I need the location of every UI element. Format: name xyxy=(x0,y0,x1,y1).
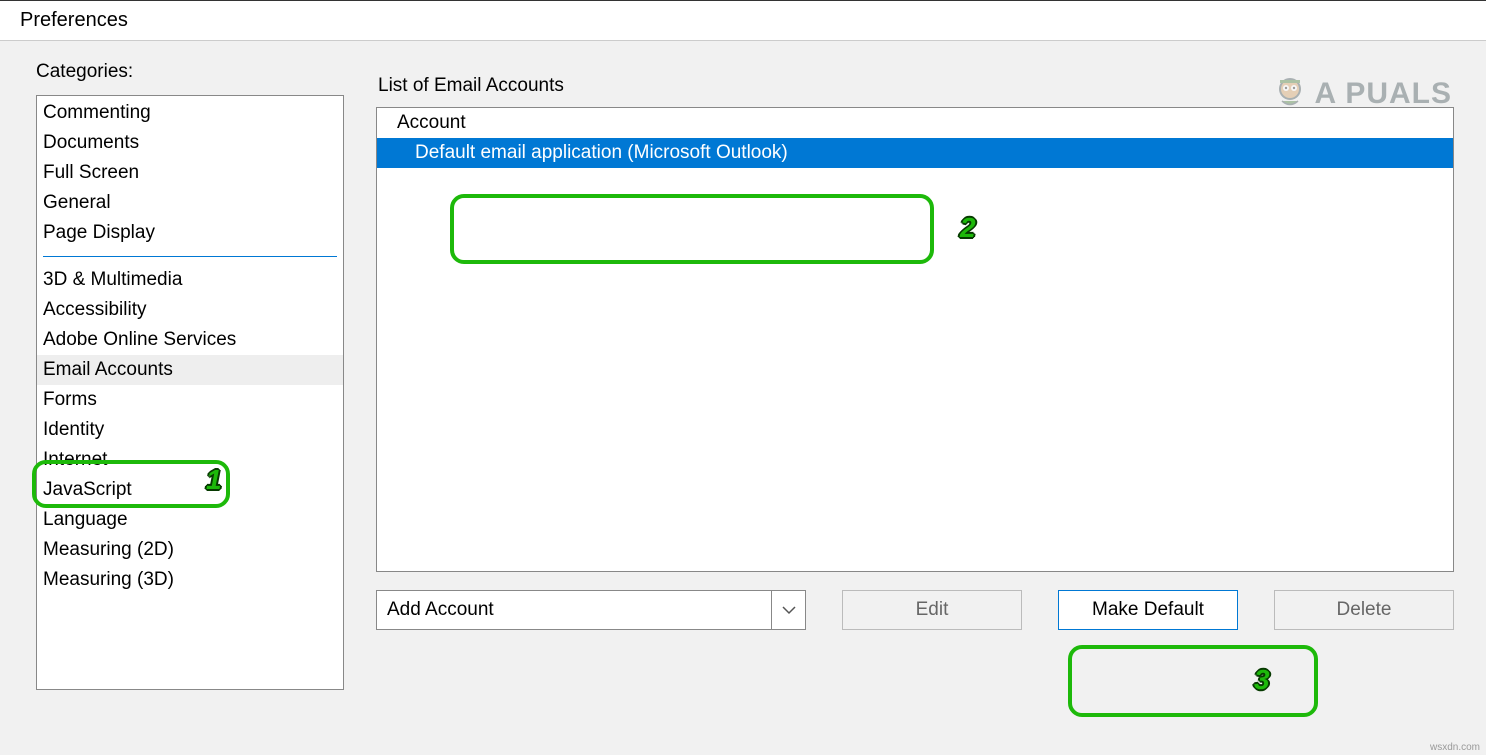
category-javascript[interactable]: JavaScript xyxy=(37,475,343,505)
window-title: Preferences xyxy=(0,0,1486,41)
dropdown-label: Add Account xyxy=(377,593,771,627)
chevron-down-icon xyxy=(771,591,805,629)
category-3d-multimedia[interactable]: 3D & Multimedia xyxy=(37,265,343,295)
add-account-dropdown[interactable]: Add Account xyxy=(376,590,806,630)
accounts-listbox[interactable]: Account Default email application (Micro… xyxy=(376,107,1454,572)
category-forms[interactable]: Forms xyxy=(37,385,343,415)
attribution-text: wsxdn.com xyxy=(1430,742,1480,753)
section-title: List of Email Accounts xyxy=(376,75,1486,97)
category-adobe-online[interactable]: Adobe Online Services xyxy=(37,325,343,355)
account-row-default[interactable]: Default email application (Microsoft Out… xyxy=(377,138,1453,168)
category-documents[interactable]: Documents xyxy=(37,128,343,158)
category-commenting[interactable]: Commenting xyxy=(37,98,343,128)
delete-button[interactable]: Delete xyxy=(1274,590,1454,630)
category-identity[interactable]: Identity xyxy=(37,415,343,445)
title-text: Preferences xyxy=(20,9,128,31)
accounts-column-header: Account xyxy=(377,108,1453,138)
category-email-accounts[interactable]: Email Accounts xyxy=(37,355,343,385)
category-internet[interactable]: Internet xyxy=(37,445,343,475)
category-measuring-2d[interactable]: Measuring (2D) xyxy=(37,535,343,565)
delete-button-label: Delete xyxy=(1337,599,1392,621)
edit-button[interactable]: Edit xyxy=(842,590,1022,630)
category-measuring-3d[interactable]: Measuring (3D) xyxy=(37,565,343,595)
category-accessibility[interactable]: Accessibility xyxy=(37,295,343,325)
category-page-display[interactable]: Page Display xyxy=(37,218,343,248)
bottom-controls: Add Account Edit Make Default Delete xyxy=(376,590,1454,630)
content-area: Categories: Commenting Documents Full Sc… xyxy=(0,41,1486,690)
make-default-button[interactable]: Make Default xyxy=(1058,590,1238,630)
categories-section: Categories: Commenting Documents Full Sc… xyxy=(36,61,344,690)
category-general[interactable]: General xyxy=(37,188,343,218)
categories-heading: Categories: xyxy=(36,61,344,83)
make-default-button-label: Make Default xyxy=(1092,599,1204,621)
category-divider xyxy=(43,256,337,257)
category-full-screen[interactable]: Full Screen xyxy=(37,158,343,188)
main-panel: List of Email Accounts Account Default e… xyxy=(376,61,1486,690)
category-language[interactable]: Language xyxy=(37,505,343,535)
categories-list[interactable]: Commenting Documents Full Screen General… xyxy=(36,95,344,690)
edit-button-label: Edit xyxy=(916,599,949,621)
